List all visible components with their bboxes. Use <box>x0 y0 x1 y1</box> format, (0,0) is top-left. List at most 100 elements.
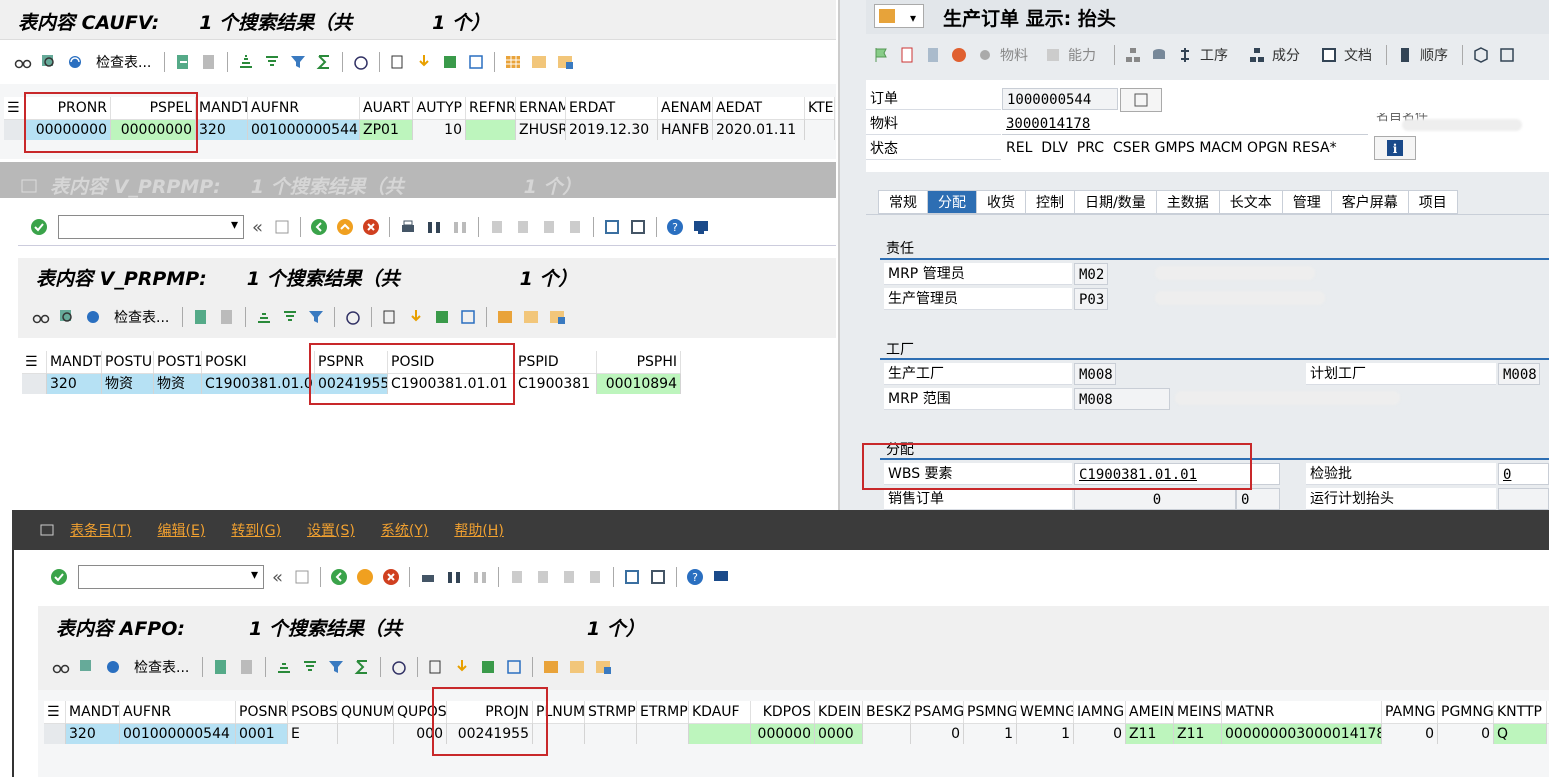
capacity-icon[interactable] <box>1042 44 1064 66</box>
layout-choose-icon[interactable] <box>566 656 588 678</box>
column-header[interactable]: AEDAT <box>713 97 805 119</box>
table-cell[interactable]: 00010894 <box>597 373 681 394</box>
tab-1[interactable]: 分配 <box>928 191 977 213</box>
detail-icon[interactable] <box>190 306 212 328</box>
sum-icon[interactable] <box>313 51 335 73</box>
prev-page-icon[interactable] <box>512 216 534 238</box>
table-cell[interactable]: 0 <box>1382 723 1438 744</box>
pie-icon[interactable] <box>948 44 970 66</box>
capacity-button[interactable]: 能力 <box>1068 45 1096 65</box>
table-cell[interactable]: 00241955 <box>315 373 388 394</box>
send-icon[interactable] <box>431 306 453 328</box>
shortcut-icon[interactable] <box>647 566 669 588</box>
layout-choose-icon[interactable] <box>520 306 542 328</box>
column-header[interactable]: MANDT <box>196 97 248 119</box>
print-preview-icon[interactable] <box>350 51 372 73</box>
print-preview-icon[interactable] <box>342 306 364 328</box>
run-schedule-field[interactable] <box>1498 488 1549 510</box>
column-header[interactable]: PSPID <box>515 351 597 373</box>
table-cell[interactable]: 000000 <box>751 723 815 744</box>
table-cell[interactable]: 00241955 <box>447 723 533 744</box>
column-header[interactable]: MEINS <box>1174 701 1222 723</box>
column-header[interactable]: PSPEL <box>111 97 196 119</box>
print-icon[interactable] <box>417 566 439 588</box>
column-header[interactable]: REFNR <box>466 97 516 119</box>
column-header[interactable]: ERDAT <box>566 97 658 119</box>
command-field[interactable] <box>78 565 264 589</box>
order-info-icon[interactable] <box>1120 88 1162 112</box>
menu-item[interactable]: 系统(Y) <box>381 520 428 540</box>
excel-icon[interactable] <box>465 51 487 73</box>
column-header[interactable]: MANDT <box>47 351 102 373</box>
column-header[interactable]: STRMP <box>585 701 637 723</box>
filter-icon[interactable] <box>287 51 309 73</box>
excel-icon[interactable] <box>503 656 525 678</box>
tab-0[interactable]: 常规 <box>879 191 928 213</box>
export-icon[interactable] <box>379 306 401 328</box>
first-page-icon[interactable] <box>506 566 528 588</box>
calculator-icon[interactable] <box>922 44 944 66</box>
table-cell[interactable]: 0 <box>1074 723 1126 744</box>
sort-desc-icon[interactable] <box>299 656 321 678</box>
table-cell[interactable]: C1900381.01.01 <box>202 373 315 394</box>
table-cell[interactable]: 2019.12.30 <box>566 119 658 140</box>
detail2-icon[interactable] <box>236 656 258 678</box>
customize-icon[interactable] <box>690 216 712 238</box>
table-cell[interactable]: 00000000 <box>26 119 111 140</box>
row-selector[interactable] <box>4 119 26 140</box>
table-cell[interactable]: 0000 <box>815 723 863 744</box>
table-cell[interactable]: Z11 <box>1126 723 1174 744</box>
table-cell[interactable]: 10 <box>413 119 466 140</box>
table-cell[interactable]: 1 <box>964 723 1017 744</box>
documents-button[interactable]: 文档 <box>1344 45 1372 65</box>
first-page-icon[interactable] <box>486 216 508 238</box>
download-icon[interactable] <box>413 51 435 73</box>
layout-icon[interactable] <box>540 656 562 678</box>
inspection-lot-field[interactable]: 0 <box>1498 463 1549 485</box>
order-field[interactable]: 1000000544 <box>1002 88 1118 110</box>
sum-icon[interactable] <box>351 656 373 678</box>
column-header[interactable]: PAMNG <box>1382 701 1438 723</box>
double-chevron-icon[interactable]: « <box>252 217 263 238</box>
print-icon[interactable] <box>397 216 419 238</box>
table-cell[interactable]: 000000003000014178 <box>1222 723 1382 744</box>
mrp-controller-field[interactable]: M02 <box>1074 263 1108 285</box>
table-cell[interactable]: Q <box>1494 723 1547 744</box>
column-header[interactable]: QUNUM <box>338 701 394 723</box>
refresh-icon[interactable] <box>64 51 86 73</box>
menu-item[interactable]: 表条目(T) <box>70 520 131 540</box>
next-page-icon[interactable] <box>538 216 560 238</box>
tab-4[interactable]: 日期/数量 <box>1075 191 1157 213</box>
glasses-icon[interactable] <box>30 306 52 328</box>
find-next-icon[interactable] <box>469 566 491 588</box>
detail2-icon[interactable] <box>216 306 238 328</box>
find-icon[interactable] <box>76 656 98 678</box>
table-cell[interactable]: ZHUSR <box>516 119 566 140</box>
flag-icon[interactable] <box>870 44 892 66</box>
refresh-icon[interactable] <box>102 656 124 678</box>
column-header[interactable]: PSAMG <box>911 701 964 723</box>
layout-icon[interactable] <box>502 51 524 73</box>
documents-icon[interactable] <box>1318 44 1340 66</box>
table-cell[interactable]: 0001 <box>236 723 288 744</box>
table-cell[interactable]: 001000000544 <box>248 119 360 140</box>
tab-7[interactable]: 管理 <box>1282 191 1332 213</box>
check-table-button[interactable]: 检查表... <box>96 52 151 72</box>
save-icon[interactable] <box>291 566 313 588</box>
glasses-icon[interactable] <box>50 656 72 678</box>
column-header[interactable]: WEMNG <box>1017 701 1074 723</box>
layout-save-icon[interactable] <box>546 306 568 328</box>
table-cell[interactable] <box>637 723 689 744</box>
tab-8[interactable]: 客户屏幕 <box>1331 191 1409 213</box>
sort-asc-icon[interactable] <box>273 656 295 678</box>
column-header[interactable]: QUPOS <box>394 701 447 723</box>
column-header[interactable]: PSPNR <box>315 351 388 373</box>
exit-icon[interactable] <box>354 566 376 588</box>
menu-item[interactable]: 设置(S) <box>307 520 355 540</box>
column-header[interactable]: AUFNR <box>248 97 360 119</box>
cube-icon[interactable] <box>1470 44 1492 66</box>
menu-item[interactable]: 帮助(H) <box>454 520 503 540</box>
table-cell[interactable]: 000 <box>394 723 447 744</box>
table-cell[interactable]: C1900381 <box>515 373 597 394</box>
prod-plant-field[interactable]: M008 <box>1074 363 1116 385</box>
